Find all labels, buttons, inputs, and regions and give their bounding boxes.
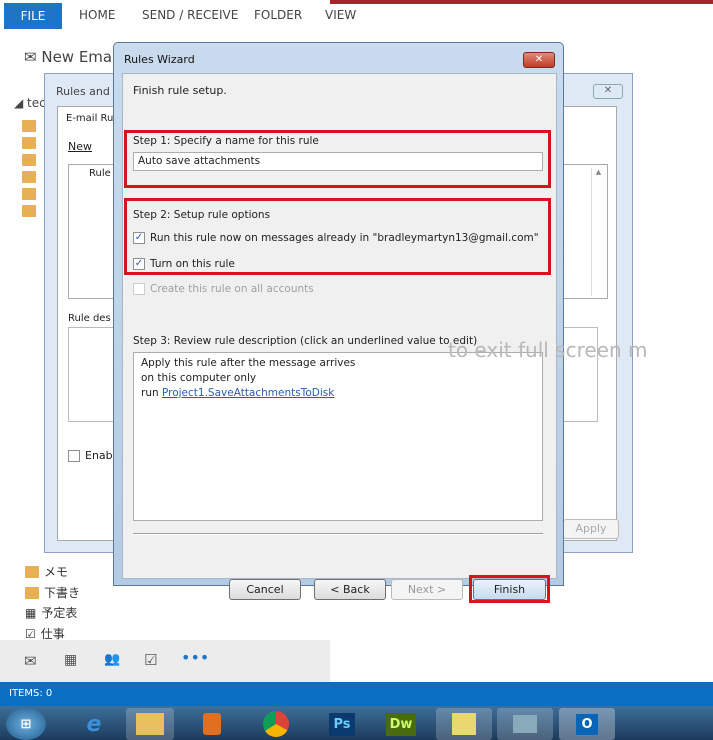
next-button[interactable]: Next >	[391, 579, 463, 600]
all-accounts-checkbox[interactable]: Create this rule on all accounts	[133, 283, 314, 295]
rule-description-box: Apply this rule after the message arrive…	[133, 352, 543, 521]
folder-memo[interactable]: メモ	[25, 563, 68, 580]
desc-line: run Project1.SaveAttachmentsToDisk	[141, 387, 335, 399]
turn-on-checkbox[interactable]: ✓ Turn on this rule	[133, 258, 235, 270]
folder-icon[interactable]	[22, 188, 36, 200]
folder-icon[interactable]	[22, 137, 36, 149]
dreamweaver-icon[interactable]: Dw	[377, 708, 425, 740]
more-icon[interactable]: •••	[181, 648, 209, 667]
calendar-icon[interactable]: ▦	[64, 652, 77, 668]
close-icon[interactable]: ✕	[523, 52, 555, 68]
new-rule-button[interactable]: New	[68, 140, 92, 153]
cancel-button[interactable]: Cancel	[229, 579, 301, 600]
media-player-icon[interactable]	[188, 708, 236, 740]
chrome-icon[interactable]	[252, 708, 300, 740]
desc-line: on this computer only	[141, 372, 257, 384]
remote-desktop-icon[interactable]	[497, 708, 553, 740]
enable-checkbox[interactable]: Enabl	[68, 449, 116, 462]
tab-file[interactable]: FILE	[4, 3, 62, 29]
scrollbar[interactable]: ▲	[591, 168, 605, 296]
step2-label: Step 2: Setup rule options	[133, 209, 271, 221]
wizard-title: Rules Wizard	[124, 53, 195, 66]
mail-icon[interactable]: ✉	[24, 652, 37, 670]
account-node[interactable]: ◢ tec	[14, 96, 46, 110]
photoshop-icon[interactable]: Ps	[318, 708, 366, 740]
new-email-button[interactable]: ✉ New Ema	[24, 48, 112, 66]
tab-home[interactable]: HOME	[79, 8, 115, 22]
ribbon: FILE HOME SEND / RECEIVE FOLDER VIEW	[0, 0, 713, 30]
desc-line: Apply this rule after the message arrive…	[141, 357, 356, 369]
script-link[interactable]: Project1.SaveAttachmentsToDisk	[162, 387, 334, 399]
folder-icon[interactable]	[22, 205, 36, 217]
folder-icon[interactable]	[22, 120, 36, 132]
step3-label: Step 3: Review rule description (click a…	[133, 335, 478, 347]
folder-icon[interactable]	[22, 154, 36, 166]
folder-drafts[interactable]: 下書き	[25, 584, 80, 601]
start-icon[interactable]: ⊞	[6, 708, 46, 740]
column-rule: Rule	[89, 168, 111, 179]
sticky-notes-icon[interactable]	[436, 708, 492, 740]
status-bar: ITEMS: 0	[0, 682, 713, 706]
separator	[133, 533, 543, 535]
folder-calendar[interactable]: ▦ 予定表	[25, 604, 77, 621]
tab-email-rules[interactable]: E-mail Ru	[66, 113, 113, 124]
tasks-icon[interactable]: ☑	[144, 651, 157, 669]
file-explorer-icon[interactable]	[126, 708, 174, 740]
tab-folder[interactable]: FOLDER	[254, 8, 302, 22]
folder-icon	[25, 586, 39, 599]
folder-icons	[22, 120, 42, 550]
new-email-icon: ✉	[24, 48, 42, 66]
back-button[interactable]: < Back	[314, 579, 386, 600]
dialog-title: Rules and A	[56, 85, 121, 98]
outlook-icon[interactable]: O	[559, 708, 615, 740]
rule-name-input[interactable]: Auto save attachments	[133, 152, 543, 171]
folder-icon	[25, 565, 39, 578]
run-now-checkbox[interactable]: ✓ Run this rule now on messages already i…	[133, 232, 539, 244]
step1-label: Step 1: Specify a name for this rule	[133, 135, 319, 147]
rule-description-label: Rule des	[68, 313, 111, 324]
wizard-body: Finish rule setup. Step 1: Specify a nam…	[122, 73, 557, 603]
internet-explorer-icon[interactable]: e	[70, 708, 118, 740]
taskbar: ⊞ e Ps Dw O	[0, 706, 713, 740]
title-accent	[330, 0, 713, 4]
wizard-heading: Finish rule setup.	[133, 84, 227, 97]
rules-wizard-dialog: Rules Wizard ✕ Finish rule setup. Step 1…	[113, 42, 564, 603]
apply-button[interactable]: Apply	[563, 519, 619, 539]
tab-view[interactable]: VIEW	[325, 8, 356, 22]
close-icon[interactable]: ✕	[593, 84, 623, 99]
check-icon: ✓	[133, 232, 145, 244]
people-icon[interactable]: 👥	[104, 652, 120, 667]
tab-send-receive[interactable]: SEND / RECEIVE	[142, 8, 238, 22]
check-icon: ✓	[133, 258, 145, 270]
folder-icon[interactable]	[22, 171, 36, 183]
nav-bar: ✉ ▦ 👥 ☑ •••	[0, 640, 330, 682]
calendar-icon: ▦	[25, 605, 37, 620]
task-icon: ☑	[25, 626, 36, 641]
finish-button[interactable]: Finish	[473, 579, 546, 600]
